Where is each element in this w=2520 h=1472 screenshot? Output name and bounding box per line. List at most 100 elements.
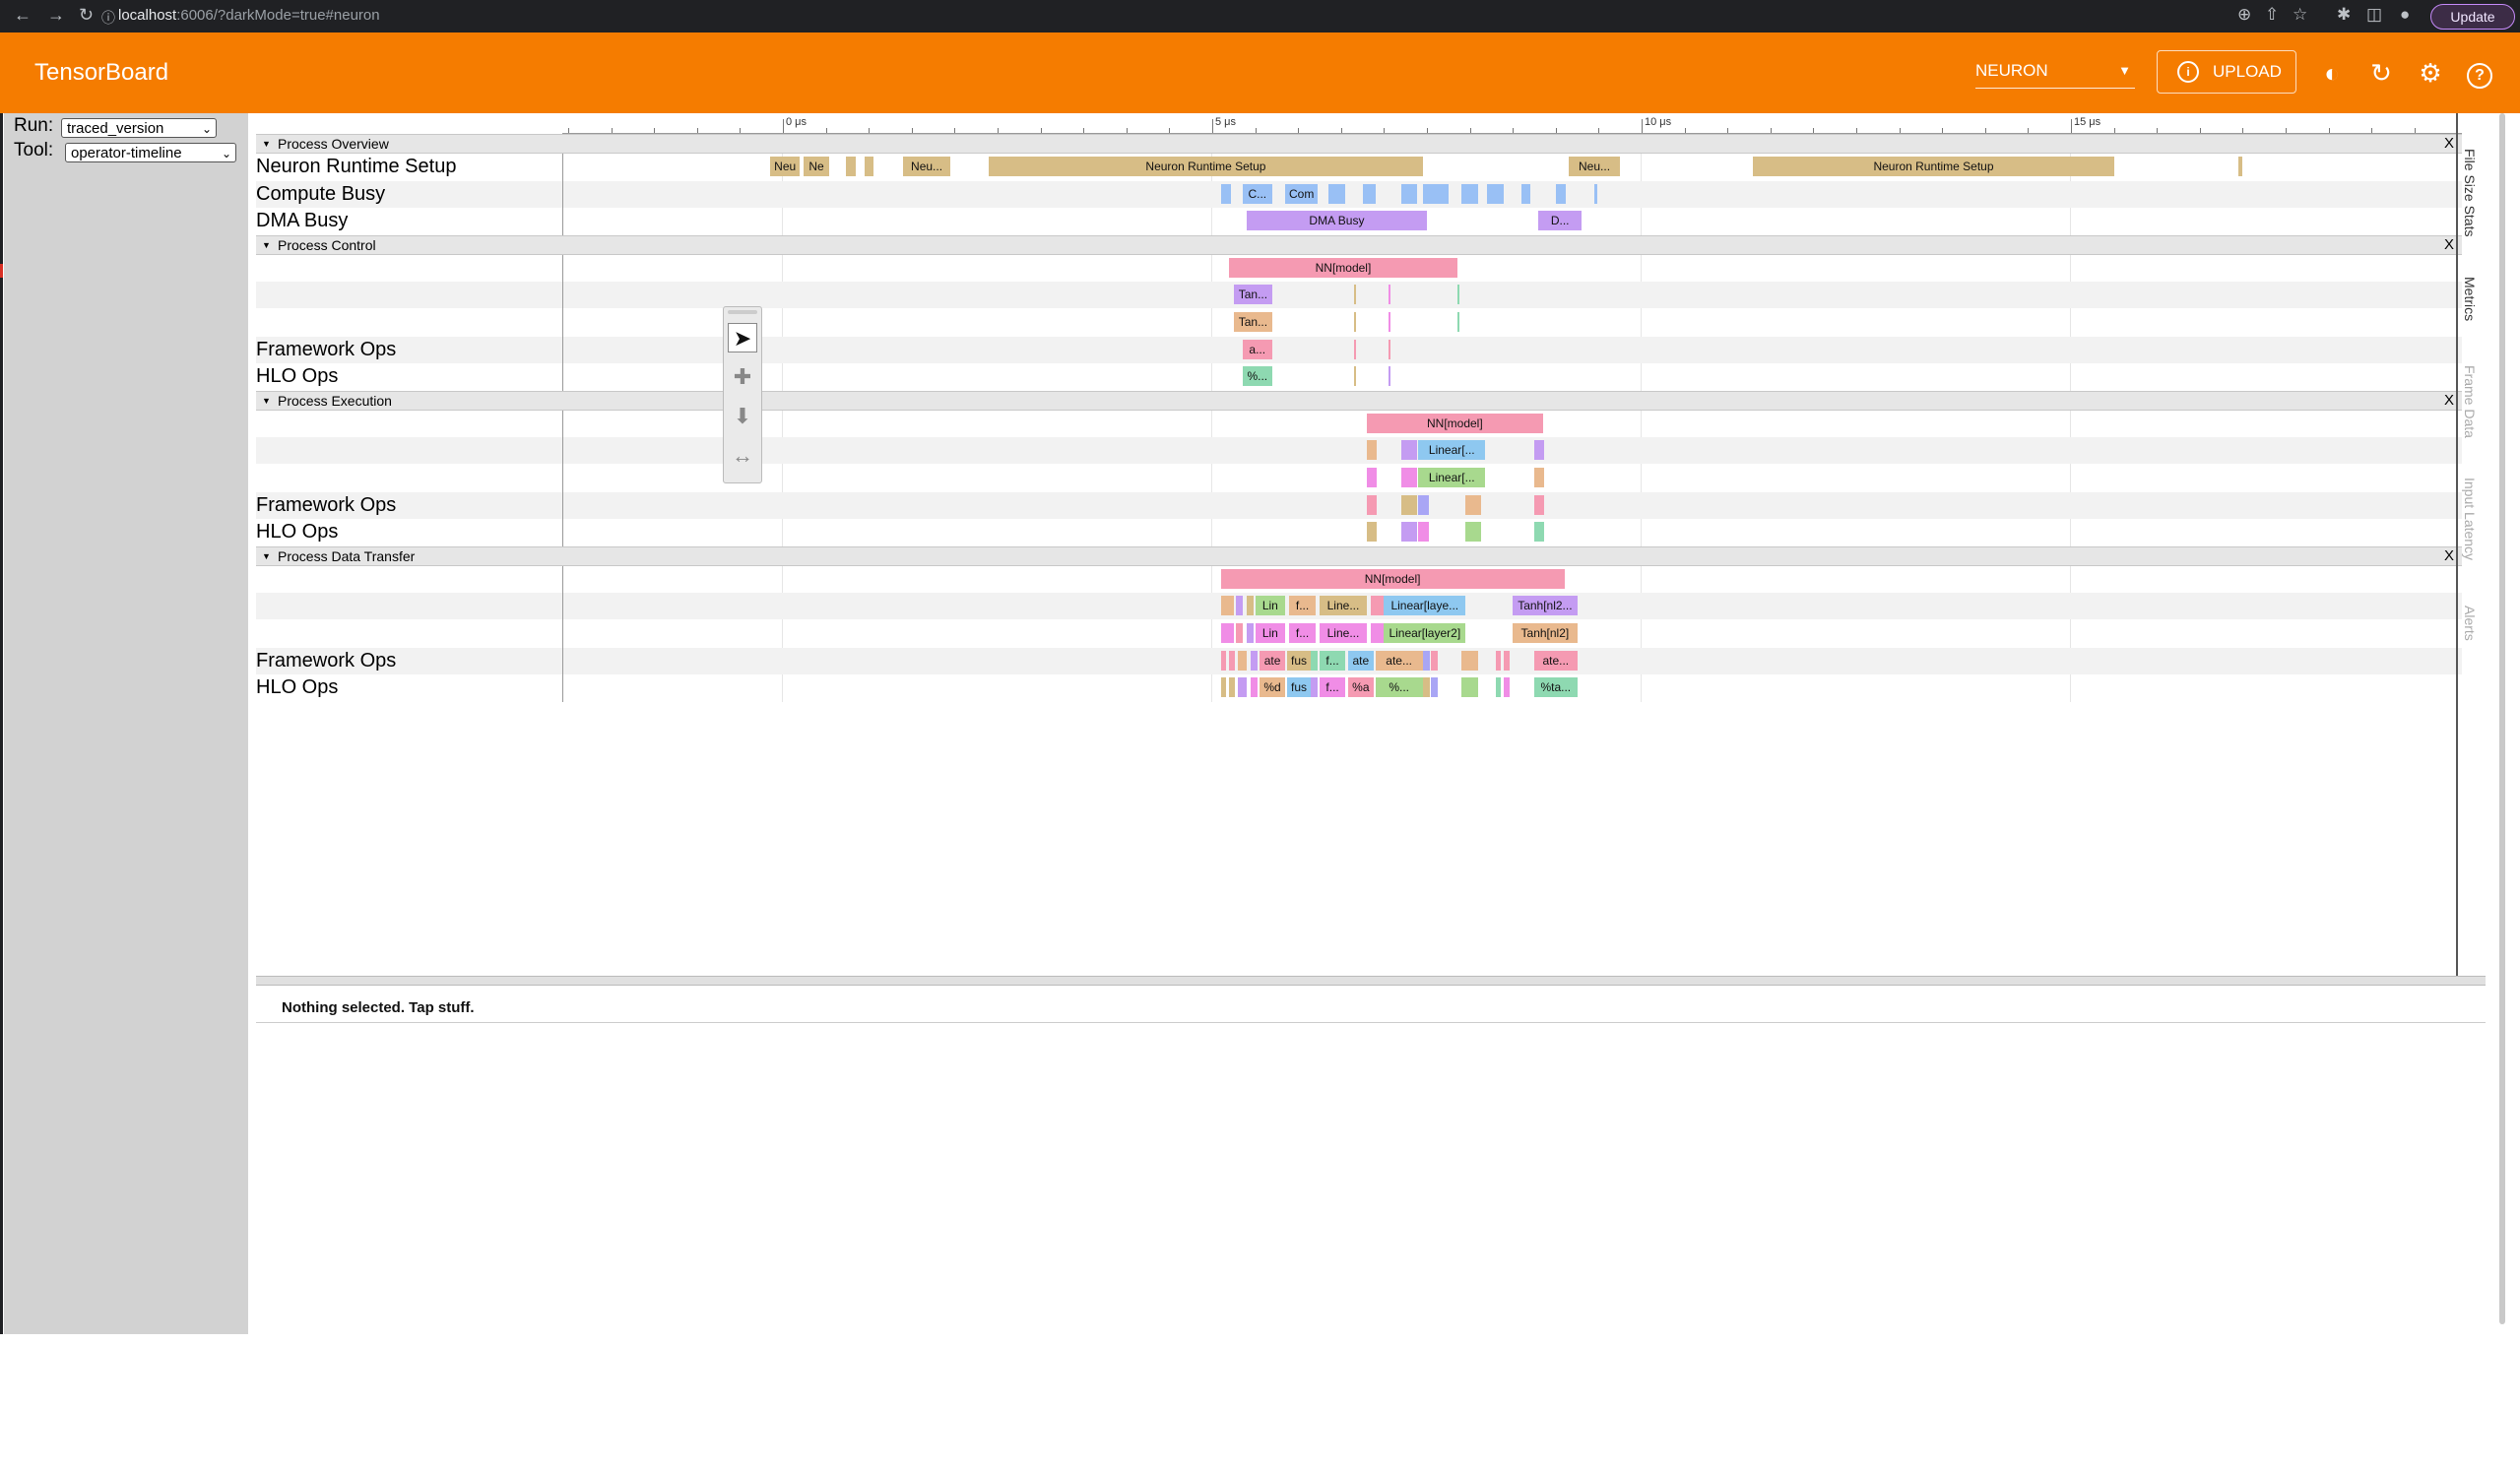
trace-slice[interactable]	[1460, 677, 1479, 698]
extensions-icon[interactable]: ✱	[2337, 5, 2351, 25]
trace-slice[interactable]: ate...	[1534, 650, 1578, 671]
trace-slice[interactable]	[1487, 183, 1505, 204]
zoom-down-arrow-icon[interactable]: ⬇	[728, 402, 757, 431]
trace-slice[interactable]: Tanh[nl2...	[1513, 596, 1578, 616]
trace-slice[interactable]	[1388, 312, 1390, 332]
site-info-icon[interactable]: ⓘ	[101, 8, 115, 28]
trace-slice[interactable]	[1220, 650, 1226, 671]
trace-slice[interactable]	[1400, 494, 1417, 515]
trace-slice[interactable]	[1400, 440, 1417, 461]
trace-slice[interactable]: NN[model]	[1366, 413, 1543, 433]
trace-slice[interactable]	[1418, 494, 1429, 515]
trace-slice[interactable]	[1238, 677, 1247, 698]
trace-slice[interactable]	[1400, 468, 1417, 487]
reload-icon[interactable]: ↻	[79, 5, 94, 26]
trace-slice[interactable]	[1327, 183, 1346, 204]
trace-slice[interactable]	[1220, 623, 1234, 643]
process-close-button[interactable]: X	[2444, 135, 2454, 153]
trace-slice[interactable]	[1400, 183, 1417, 204]
trace-slice[interactable]	[1465, 494, 1481, 515]
refresh-icon[interactable]: ↻	[2366, 58, 2396, 88]
process-close-button[interactable]: X	[2444, 392, 2454, 410]
trace-slice[interactable]: Neuron Runtime Setup	[989, 157, 1423, 176]
collapse-triangle-icon[interactable]: ▼	[262, 236, 271, 254]
trace-slice[interactable]	[1431, 650, 1439, 671]
trace-slice[interactable]	[1353, 339, 1356, 359]
trace-slice[interactable]: %d	[1259, 677, 1286, 698]
trace-slice[interactable]: Tan...	[1233, 285, 1273, 305]
trace-slice[interactable]	[845, 157, 857, 176]
trace-slice[interactable]	[1311, 677, 1319, 698]
trace-slice[interactable]: %...	[1375, 677, 1423, 698]
trace-slice[interactable]	[1353, 312, 1356, 332]
trace-slice[interactable]: Neu...	[903, 157, 951, 176]
process-header[interactable]: ▼ Process Data Transfer X	[256, 545, 2462, 566]
bookmark-star-icon[interactable]: ☆	[2293, 5, 2307, 25]
trace-slice[interactable]: Line...	[1320, 596, 1367, 616]
trace-slice[interactable]	[1251, 650, 1259, 671]
palette-drag-handle[interactable]	[728, 310, 757, 314]
trace-slice[interactable]	[1236, 623, 1244, 643]
trace-slice[interactable]	[1495, 650, 1501, 671]
page-scrollbar[interactable]	[2499, 113, 2505, 1324]
trace-slice[interactable]	[1362, 183, 1376, 204]
trace-slice[interactable]	[1366, 440, 1378, 461]
trace-slice[interactable]: Neu	[769, 157, 801, 176]
process-header[interactable]: ▼ Process Control X	[256, 234, 2462, 255]
trace-slice[interactable]: ate	[1347, 650, 1374, 671]
tool-select[interactable]: operator-timeline ⌄	[65, 143, 236, 162]
tab-alerts[interactable]: Alerts	[2462, 606, 2478, 641]
trace-slice[interactable]	[1456, 285, 1459, 305]
trace-slice[interactable]	[1465, 522, 1481, 543]
trace-slice[interactable]	[1220, 677, 1226, 698]
trace-slice[interactable]: Linear[layer2]	[1384, 623, 1466, 643]
trace-slice[interactable]	[2238, 157, 2242, 176]
trace-slice[interactable]	[1422, 650, 1430, 671]
profile-icon[interactable]: ●	[2400, 5, 2410, 25]
trace-slice[interactable]	[1388, 339, 1390, 359]
trace-slice[interactable]	[1366, 468, 1378, 487]
process-header[interactable]: ▼ Process Overview X	[256, 134, 2462, 154]
trace-slice[interactable]	[1422, 677, 1430, 698]
tab-input-latency[interactable]: Input Latency	[2462, 478, 2478, 560]
tab-frame-data[interactable]: Frame Data	[2462, 365, 2478, 438]
trace-slice[interactable]	[1353, 285, 1356, 305]
time-ruler[interactable]: 0 μs 5 μs 10 μs 15 μs	[562, 113, 2462, 134]
process-close-button[interactable]: X	[2444, 236, 2454, 254]
trace-slice[interactable]: f...	[1289, 596, 1316, 616]
trace-viewer[interactable]: 0 μs 5 μs 10 μs 15 μs ▼ Process Overview X Neu…	[256, 113, 2462, 980]
plugin-dropdown[interactable]: NEURON ▼	[1975, 58, 2135, 89]
trace-slice[interactable]: NN[model]	[1220, 568, 1565, 589]
trace-slice[interactable]	[1504, 650, 1510, 671]
select-cursor-icon[interactable]: ➤	[728, 323, 757, 352]
run-select[interactable]: traced_version ⌄	[61, 118, 217, 138]
trace-slice[interactable]: Neu...	[1568, 157, 1621, 176]
settings-gear-icon[interactable]: ⚙	[2416, 58, 2445, 88]
trace-slice[interactable]	[1422, 183, 1449, 204]
trace-slice[interactable]: f...	[1289, 623, 1316, 643]
trace-slice[interactable]: ate...	[1375, 650, 1423, 671]
trace-slice[interactable]: C...	[1242, 183, 1273, 204]
trace-slice[interactable]	[1371, 596, 1385, 616]
trace-slice[interactable]	[1555, 183, 1567, 204]
forward-arrow-icon[interactable]: →	[47, 5, 65, 26]
trace-slice[interactable]	[1311, 650, 1319, 671]
trace-slice[interactable]: Neuron Runtime Setup	[1753, 157, 2114, 176]
trace-slice[interactable]	[1456, 312, 1459, 332]
trace-slice[interactable]	[1229, 650, 1235, 671]
trace-slice[interactable]	[1534, 440, 1545, 461]
trace-slice[interactable]	[1388, 285, 1390, 305]
tab-file-size-stats[interactable]: File Size Stats	[2462, 149, 2478, 236]
trace-slice[interactable]	[1366, 494, 1378, 515]
trace-slice[interactable]: fus	[1286, 650, 1312, 671]
trace-slice[interactable]	[1594, 183, 1597, 204]
trace-slice[interactable]: %...	[1242, 366, 1273, 387]
trace-slice[interactable]	[1504, 677, 1510, 698]
trace-slice[interactable]	[1431, 677, 1439, 698]
trace-slice[interactable]: %ta...	[1534, 677, 1578, 698]
share-icon[interactable]: ⇧	[2265, 5, 2279, 25]
trace-slice[interactable]	[1534, 522, 1545, 543]
address-bar[interactable]: localhost:6006/?darkMode=true#neuron	[118, 4, 380, 28]
trace-slice[interactable]: fus	[1286, 677, 1312, 698]
zoom-icon[interactable]: ⊕	[2237, 5, 2251, 25]
